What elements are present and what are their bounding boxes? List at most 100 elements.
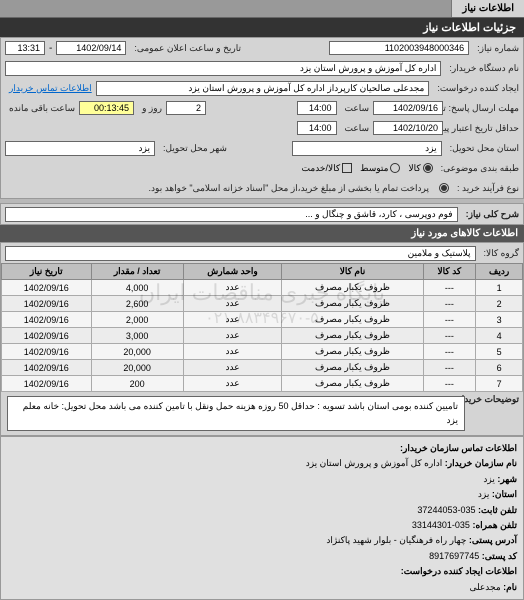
- footer-org-label: نام سازمان خریدار:: [445, 458, 517, 468]
- table-header: واحد شمارش: [183, 264, 282, 280]
- table-cell: ---: [423, 296, 476, 312]
- table-cell: 1402/09/16: [2, 344, 92, 360]
- summary-value: فوم دوپرسی ، کارد، قاشق و چنگال و ...: [5, 207, 458, 222]
- page-title: جزئیات اطلاعات نیاز: [0, 18, 524, 37]
- process-value: پرداخت تمام یا بخشی از مبلغ خرید،از محل …: [145, 183, 429, 194]
- announce-date: 1402/09/14: [56, 41, 126, 55]
- buyer-desc-label: توضیحات خریدار:: [471, 394, 519, 405]
- table-row[interactable]: 1---ظروف یکبار مصرفعدد4,0001402/09/16: [2, 280, 523, 296]
- table-row[interactable]: 4---ظروف یکبار مصرفعدد3,0001402/09/16: [2, 328, 523, 344]
- footer-org: اداره کل آموزش و پرورش استان یزد: [306, 458, 443, 468]
- table-header: نام کالا: [282, 264, 423, 280]
- table-cell: 2,000: [91, 312, 183, 328]
- table-cell: 6: [476, 360, 523, 376]
- table-cell: ظروف یکبار مصرف: [282, 312, 423, 328]
- footer-address-label: آدرس پستی:: [469, 535, 517, 545]
- buyer-label: نام دستگاه خریدار:: [445, 63, 519, 74]
- radio-medium[interactable]: متوسط: [360, 163, 400, 174]
- table-header: ردیف: [476, 264, 523, 280]
- process-radio[interactable]: [439, 183, 449, 193]
- radio-medium-label: متوسط: [360, 163, 388, 174]
- table-cell: عدد: [183, 312, 282, 328]
- summary-label: شرح کلی نیاز:: [462, 209, 519, 220]
- validity-time-label: ساعت: [341, 123, 370, 134]
- table-cell: 2: [476, 296, 523, 312]
- deadline-time: 14:00: [297, 101, 337, 115]
- footer-province: یزد: [478, 489, 489, 499]
- validity-time: 14:00: [297, 121, 337, 135]
- footer-city-label: شهر:: [497, 474, 517, 484]
- table-cell: ظروف یکبار مصرف: [282, 328, 423, 344]
- deadline-time-label: ساعت: [341, 103, 370, 114]
- footer-address: چهار راه فرهنگیان - بلوار شهید پاکنژاد: [326, 535, 466, 545]
- province-value: یزد: [292, 141, 442, 156]
- tab-need-info[interactable]: اطلاعات نیاز: [451, 0, 524, 17]
- table-cell: ---: [423, 360, 476, 376]
- datetime-label: تاریخ و ساعت اعلان عمومی:: [130, 43, 241, 54]
- check-service[interactable]: کالا/خدمت: [302, 163, 353, 174]
- table-cell: ظروف یکبار مصرف: [282, 296, 423, 312]
- footer-section: اطلاعات تماس سازمان خریدار: نام سازمان خ…: [0, 436, 524, 600]
- table-cell: 1: [476, 280, 523, 296]
- table-cell: 200: [91, 376, 183, 392]
- check-service-label: کالا/خدمت: [302, 163, 341, 174]
- table-cell: ---: [423, 376, 476, 392]
- footer-postal: 8917697745: [429, 551, 479, 561]
- table-cell: ظروف یکبار مصرف: [282, 344, 423, 360]
- remain-days: 2: [166, 101, 206, 115]
- footer-province-label: استان:: [492, 489, 517, 499]
- items-table: ردیفکد کالانام کالاواحد شمارشتعداد / مقد…: [1, 263, 523, 392]
- table-cell: ظروف یکبار مصرف: [282, 376, 423, 392]
- radio-goods[interactable]: کالا: [408, 163, 432, 174]
- table-cell: 20,000: [91, 360, 183, 376]
- table-cell: 1402/09/16: [2, 376, 92, 392]
- table-header: تاریخ نیاز: [2, 264, 92, 280]
- footer-name: مجدعلی: [469, 582, 500, 592]
- footer-creator-label: اطلاعات ایجاد کننده درخواست:: [401, 566, 517, 576]
- table-cell: ---: [423, 328, 476, 344]
- deadline-date: 1402/09/16: [373, 101, 443, 115]
- table-row[interactable]: 2---ظروف یکبار مصرفعدد2,6001402/09/16: [2, 296, 523, 312]
- announce-time: 13:31: [5, 41, 45, 55]
- table-row[interactable]: 6---ظروف یکبار مصرفعدد20,0001402/09/16: [2, 360, 523, 376]
- footer-title: اطلاعات تماس سازمان خریدار:: [400, 443, 517, 453]
- buyer-contact-link[interactable]: اطلاعات تماس خریدار: [5, 83, 92, 94]
- number-value: 1102003948000346: [329, 41, 469, 55]
- footer-postal-label: کد پستی:: [482, 551, 517, 561]
- main-form: شماره نیاز: 1102003948000346 تاریخ و ساع…: [0, 37, 524, 199]
- table-header: کد کالا: [423, 264, 476, 280]
- buyer-desc-value: تامیین کننده بومی استان باشد تسویه : حدا…: [7, 396, 465, 431]
- validity-date: 1402/10/20: [373, 121, 443, 135]
- remain-days-label: روز و: [138, 103, 162, 114]
- table-cell: 7: [476, 376, 523, 392]
- radio-goods-label: کالا: [408, 163, 420, 174]
- radio-icon: [390, 163, 400, 173]
- table-cell: 1402/09/16: [2, 360, 92, 376]
- validity-label: حداقل تاریخ اعتبار پیشنهاد: تا تاریخ:: [447, 123, 519, 134]
- table-row[interactable]: 5---ظروف یکبار مصرفعدد20,0001402/09/16: [2, 344, 523, 360]
- city-value: یزد: [5, 141, 155, 156]
- table-cell: ---: [423, 344, 476, 360]
- tab-strip: اطلاعات نیاز: [0, 0, 524, 18]
- requester-label: ایجاد کننده درخواست:: [433, 83, 519, 94]
- buyer-value: اداره کل آموزش و پرورش استان یزد: [5, 61, 441, 76]
- summary-section: شرح کلی نیاز: فوم دوپرسی ، کارد، قاشق و …: [0, 203, 524, 225]
- table-cell: ---: [423, 312, 476, 328]
- footer-fax: 035-33144301: [412, 520, 470, 530]
- table-cell: عدد: [183, 360, 282, 376]
- group-value: پلاستیک و ملامین: [5, 246, 476, 261]
- process-label: نوع فرآیند خرید :: [453, 183, 519, 194]
- table-row[interactable]: 3---ظروف یکبار مصرفعدد2,0001402/09/16: [2, 312, 523, 328]
- footer-phone-label: تلفن ثابت:: [478, 505, 517, 515]
- table-cell: عدد: [183, 296, 282, 312]
- table-cell: ظروف یکبار مصرف: [282, 360, 423, 376]
- table-cell: 1402/09/16: [2, 328, 92, 344]
- table-cell: 20,000: [91, 344, 183, 360]
- table-row[interactable]: 7---ظروف یکبار مصرفعدد2001402/09/16: [2, 376, 523, 392]
- requester-value: مجدعلی صالحیان کارپرداز اداره کل آموزش و…: [96, 81, 430, 96]
- footer-city: یزد: [483, 474, 494, 484]
- table-cell: عدد: [183, 344, 282, 360]
- table-cell: 4,000: [91, 280, 183, 296]
- table-cell: 3: [476, 312, 523, 328]
- footer-phone: 035-37244053: [417, 505, 475, 515]
